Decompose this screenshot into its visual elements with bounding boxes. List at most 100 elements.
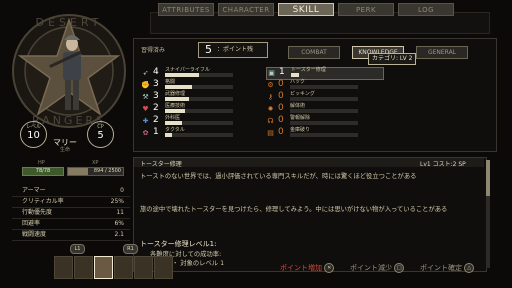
xp-bar: 894 / 2500 bbox=[67, 167, 124, 176]
weapon-icon: ⚒ bbox=[142, 93, 149, 101]
description-text: 旅の途中で壊れたトースターを見つけたら、修理してみよう。中には思いがけない物が入… bbox=[140, 206, 448, 213]
prompt-increase[interactable]: ポイント増加 ✕ bbox=[280, 263, 335, 273]
category-general-button[interactable]: GENERAL bbox=[416, 46, 468, 59]
skill-level: 1 bbox=[279, 67, 285, 77]
skill-progress bbox=[165, 97, 233, 101]
xp-label: XP bbox=[92, 160, 99, 166]
skill-progress bbox=[165, 121, 233, 125]
skill-progress bbox=[290, 97, 358, 101]
skill-row[interactable]: ✿ 1 タクタル bbox=[141, 127, 261, 139]
skill-level: 3 bbox=[153, 91, 159, 101]
skill-row[interactable]: ♥ 2 医療技術 bbox=[141, 103, 261, 115]
party-portrait-selected[interactable] bbox=[94, 256, 113, 279]
tab-character[interactable]: CHARACTER bbox=[218, 3, 274, 16]
attribute-row: 行動優先度 11 bbox=[12, 208, 130, 219]
demolition-icon: ✹ bbox=[267, 105, 274, 113]
skill-progress bbox=[290, 121, 358, 125]
tab-perk[interactable]: PERK bbox=[338, 3, 394, 16]
skill-row[interactable]: ⚷ 0 ピッキング bbox=[266, 91, 382, 103]
rifle-icon: ➶ bbox=[142, 69, 149, 77]
attribute-row: アーマー 0 bbox=[12, 186, 130, 197]
skill-row[interactable]: ▤ 0 金庫破り bbox=[266, 127, 382, 139]
party-portrait[interactable] bbox=[54, 256, 73, 279]
skill-level: 0 bbox=[278, 103, 284, 113]
skill-progress-fill bbox=[165, 133, 172, 137]
attribute-label: 回避率 bbox=[22, 220, 41, 227]
scrollbar-thumb[interactable] bbox=[486, 160, 490, 196]
skill-level: 0 bbox=[278, 115, 284, 125]
skill-row[interactable]: ✚ 2 外科医 bbox=[141, 115, 261, 127]
toaster-icon: ▣ bbox=[268, 69, 275, 77]
xp-fill bbox=[68, 168, 88, 175]
party-portrait[interactable] bbox=[74, 256, 93, 279]
cp-circle: CP 5 bbox=[87, 121, 114, 148]
prompt-confirm[interactable]: ポイント確定 △ bbox=[420, 263, 475, 273]
cp-value: 5 bbox=[97, 130, 104, 141]
alarm-icon: ☊ bbox=[267, 117, 274, 125]
skill-row[interactable]: ⚒ 3 武器修理 bbox=[141, 91, 261, 103]
available-points-label: 習得済み bbox=[141, 47, 166, 54]
description-cost: Lv1 コスト:2 SP bbox=[420, 161, 466, 168]
category-tooltip: カテゴリ: LV 2 bbox=[368, 53, 417, 65]
party-portrait[interactable] bbox=[154, 256, 173, 279]
skill-progress bbox=[291, 73, 359, 77]
prompt-label: ポイント確定 bbox=[420, 264, 462, 272]
skill-points-value: 5 bbox=[205, 43, 212, 56]
skill-row[interactable]: ☊ 0 警報解除 bbox=[266, 115, 382, 127]
skill-progress bbox=[290, 85, 358, 89]
lockpick-icon: ⚷ bbox=[267, 93, 274, 101]
r1-button[interactable]: R1 bbox=[123, 244, 138, 254]
skill-progress bbox=[165, 109, 233, 113]
fist-icon: ✊ bbox=[141, 81, 150, 89]
skill-progress bbox=[165, 133, 233, 137]
skill-progress bbox=[290, 109, 358, 113]
hacking-icon: ⚙ bbox=[267, 81, 274, 89]
triangle-icon: △ bbox=[464, 263, 475, 273]
skill-level: 2 bbox=[153, 115, 159, 125]
skill-level: 1 bbox=[153, 127, 159, 137]
tab-skill[interactable]: SKILL bbox=[278, 3, 334, 16]
hp-bar: 78/78 bbox=[22, 167, 64, 176]
skill-row[interactable]: ➶ 4 スナイパーライフル bbox=[141, 67, 261, 79]
xp-value: 894 / 2500 bbox=[93, 168, 121, 174]
hp-label: HP bbox=[38, 160, 45, 166]
skill-level: 0 bbox=[278, 127, 284, 137]
tab-attributes[interactable]: ATTRIBUTES bbox=[158, 3, 214, 16]
description-scrollbar[interactable] bbox=[486, 160, 490, 268]
description-level-label: トースター修理レベル1: bbox=[140, 240, 217, 248]
description-title: トースター修理 bbox=[140, 161, 182, 168]
party-portrait[interactable] bbox=[114, 256, 133, 279]
attribute-value: 11 bbox=[116, 209, 124, 216]
skill-row[interactable]: ✊ 3 格闘 bbox=[141, 79, 261, 91]
attribute-label: 行動優先度 bbox=[22, 209, 53, 216]
skill-progress-fill bbox=[165, 97, 189, 101]
attribute-value: 0 bbox=[120, 187, 124, 194]
hp-value: 78/78 bbox=[35, 168, 51, 174]
attribute-label: 戦闘速度 bbox=[22, 231, 47, 238]
attribute-value: 25% bbox=[110, 198, 124, 205]
category-combat-button[interactable]: COMBAT bbox=[288, 46, 340, 59]
prompt-decrease[interactable]: ポイント減少 □ bbox=[350, 263, 405, 273]
attribute-value: 6% bbox=[114, 220, 124, 227]
skill-row[interactable]: ✹ 0 解体術 bbox=[266, 103, 382, 115]
skill-level: 4 bbox=[153, 67, 159, 77]
tab-log[interactable]: LOG bbox=[398, 3, 454, 16]
skill-points-box: 5 ：ポイント残 bbox=[198, 42, 268, 58]
brain-icon: ✿ bbox=[142, 129, 149, 137]
skill-level: 3 bbox=[153, 79, 159, 89]
attribute-value: 2.1 bbox=[114, 231, 124, 238]
party-portrait[interactable] bbox=[134, 256, 153, 279]
description-text: トーストのない世界では、過小評価されている専門スキルだが、時には驚くほど役立つこ… bbox=[140, 173, 417, 180]
l1-button[interactable]: L1 bbox=[70, 244, 85, 254]
skill-level: 0 bbox=[278, 91, 284, 101]
skill-progress bbox=[290, 133, 358, 137]
skill-row[interactable]: ⚙ 0 ハック bbox=[266, 79, 382, 91]
skill-progress-fill bbox=[165, 121, 182, 125]
skill-progress-fill bbox=[165, 73, 199, 77]
skill-progress bbox=[165, 85, 233, 89]
attribute-label: クリティカル率 bbox=[22, 198, 64, 205]
attribute-row: 戦闘速度 2.1 bbox=[12, 230, 130, 241]
prompt-label: ポイント増加 bbox=[280, 264, 322, 272]
desert-rangers-emblem: DESERT RANGERS bbox=[12, 14, 126, 128]
character-subtitle: 生命 bbox=[59, 147, 70, 153]
